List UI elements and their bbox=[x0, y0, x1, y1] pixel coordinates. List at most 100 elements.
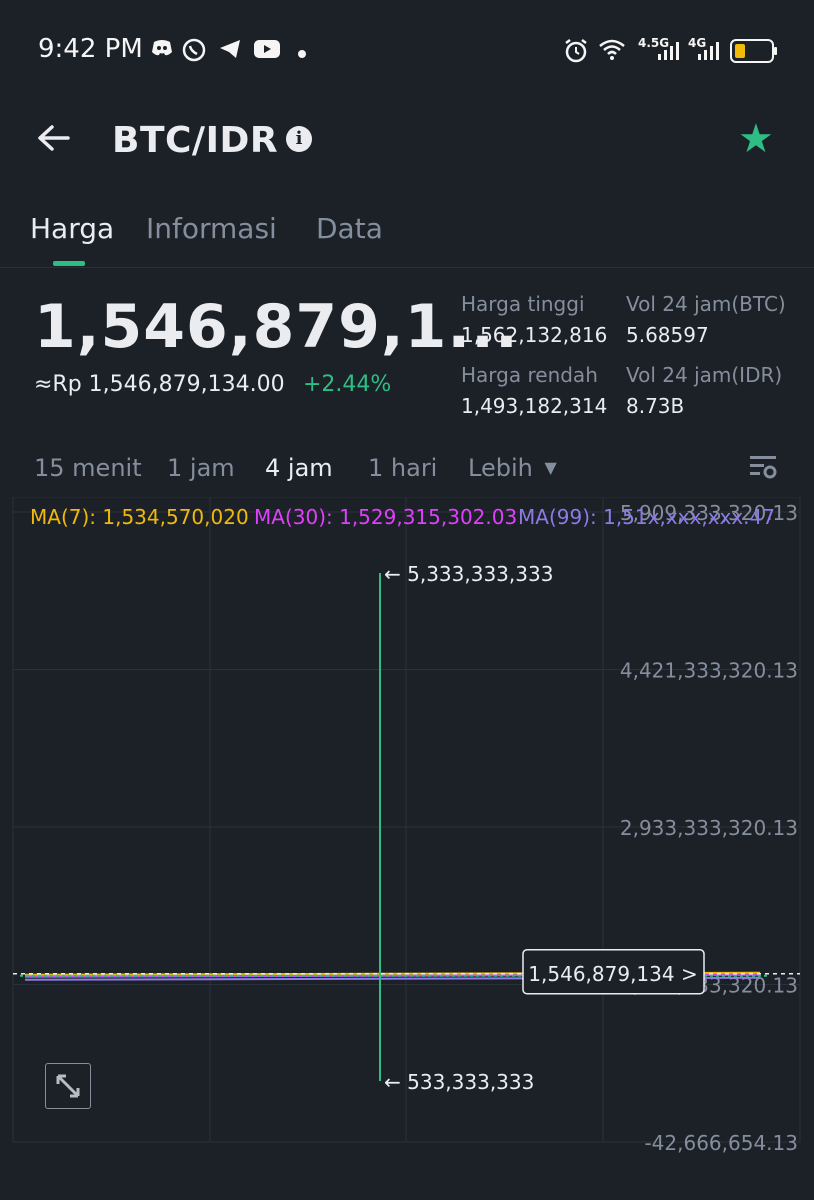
status-time: 9:42 PM bbox=[38, 34, 143, 64]
candle bbox=[458, 974, 461, 977]
tab-informasi[interactable]: Informasi bbox=[146, 212, 277, 245]
chart-settings-icon bbox=[750, 456, 777, 479]
candle bbox=[200, 974, 203, 977]
interval-1d[interactable]: 1 hari bbox=[368, 454, 437, 482]
chart-settings-button[interactable] bbox=[748, 452, 778, 482]
candle bbox=[116, 974, 119, 977]
low-label: Harga rendah bbox=[461, 363, 598, 387]
candle bbox=[512, 974, 515, 977]
interval-1h[interactable]: 1 jam bbox=[167, 454, 235, 482]
candle bbox=[284, 974, 287, 977]
candle bbox=[320, 974, 323, 977]
battery-icon bbox=[730, 38, 778, 69]
candle bbox=[236, 974, 239, 977]
tab-harga[interactable]: Harga bbox=[30, 212, 114, 245]
candle bbox=[230, 974, 233, 977]
candle bbox=[98, 974, 101, 977]
y-tick-label: 2,933,333,320.13 bbox=[620, 816, 798, 840]
ma7-legend: MA(7): 1,534,570,020 bbox=[30, 505, 249, 529]
last-price-tag-label: 1,546,879,134 > bbox=[528, 962, 697, 986]
notification-dot-icon bbox=[297, 40, 307, 64]
candle bbox=[308, 974, 311, 977]
candle bbox=[260, 974, 263, 977]
signal-icon-2 bbox=[696, 40, 720, 67]
candle bbox=[518, 974, 521, 977]
candle bbox=[500, 974, 503, 977]
candle bbox=[122, 974, 125, 977]
candle bbox=[218, 974, 221, 977]
candle bbox=[80, 974, 83, 977]
candle bbox=[302, 974, 305, 977]
price-change-percent: +2.44% bbox=[303, 372, 392, 397]
candle bbox=[128, 974, 131, 977]
candle bbox=[446, 974, 449, 977]
candle bbox=[272, 974, 275, 977]
candle bbox=[488, 974, 491, 977]
vol-btc-label: Vol 24 jam(BTC) bbox=[626, 292, 786, 316]
interval-15m[interactable]: 15 menit bbox=[34, 454, 142, 482]
active-tab-indicator bbox=[53, 261, 85, 266]
interval-4h[interactable]: 4 jam bbox=[265, 454, 333, 482]
candle bbox=[476, 974, 479, 977]
candle bbox=[422, 974, 425, 977]
info-icon[interactable]: i bbox=[286, 126, 312, 152]
favorite-star-icon[interactable]: ★ bbox=[738, 116, 774, 162]
back-button[interactable] bbox=[34, 118, 74, 158]
price-rupiah: ≈Rp 1,546,879,134.00 bbox=[34, 372, 285, 397]
last-price: 1,546,879,1... bbox=[34, 292, 519, 362]
alarm-icon bbox=[563, 38, 589, 69]
candle bbox=[164, 974, 167, 977]
candle bbox=[86, 974, 89, 977]
candle bbox=[428, 974, 431, 977]
candle bbox=[104, 974, 107, 977]
tab-data[interactable]: Data bbox=[316, 212, 383, 245]
candle bbox=[170, 974, 173, 977]
youtube-icon bbox=[253, 38, 281, 65]
vol-btc-value: 5.68597 bbox=[626, 323, 709, 347]
candle bbox=[752, 974, 755, 977]
candle bbox=[26, 974, 29, 977]
candle bbox=[224, 974, 227, 977]
candle bbox=[758, 974, 761, 977]
wifi-icon bbox=[598, 38, 626, 67]
candle bbox=[338, 974, 341, 977]
vol-idr-value: 8.73B bbox=[626, 394, 685, 418]
vol-idr-label: Vol 24 jam(IDR) bbox=[626, 363, 783, 387]
candle bbox=[434, 974, 437, 977]
candle bbox=[356, 974, 359, 977]
y-tick-label: 4,421,333,320.13 bbox=[620, 659, 798, 683]
candle bbox=[266, 974, 269, 977]
signal-icon bbox=[656, 40, 680, 67]
candle bbox=[398, 974, 401, 977]
y-tick-label: -42,666,654.13 bbox=[644, 1131, 798, 1155]
candle bbox=[254, 974, 257, 977]
candle bbox=[110, 974, 113, 977]
candle bbox=[716, 974, 719, 977]
price-chart[interactable]: 5,909,333,320.134,421,333,320.132,933,33… bbox=[0, 497, 814, 1157]
candle bbox=[452, 974, 455, 977]
candle bbox=[440, 974, 443, 977]
candle bbox=[326, 974, 329, 977]
spike-low-label: ← 533,333,333 bbox=[384, 1070, 534, 1094]
candle bbox=[410, 974, 413, 977]
candle bbox=[278, 974, 281, 977]
back-arrow-icon bbox=[38, 125, 70, 151]
candle bbox=[134, 974, 137, 977]
candle bbox=[50, 974, 53, 977]
candle bbox=[740, 974, 743, 977]
candle bbox=[194, 974, 197, 977]
candle bbox=[764, 974, 767, 977]
candle bbox=[32, 974, 35, 977]
candle bbox=[296, 974, 299, 977]
candle bbox=[368, 974, 371, 977]
fullscreen-button[interactable] bbox=[45, 1063, 91, 1109]
candle bbox=[140, 974, 143, 977]
candle bbox=[314, 974, 317, 977]
candle bbox=[212, 974, 215, 977]
candle bbox=[374, 974, 377, 977]
candle bbox=[62, 974, 65, 977]
chevron-down-icon: ▼ bbox=[544, 458, 557, 477]
interval-more[interactable]: Lebih ▼ bbox=[468, 454, 557, 482]
candle bbox=[152, 974, 155, 977]
candle bbox=[74, 974, 77, 977]
